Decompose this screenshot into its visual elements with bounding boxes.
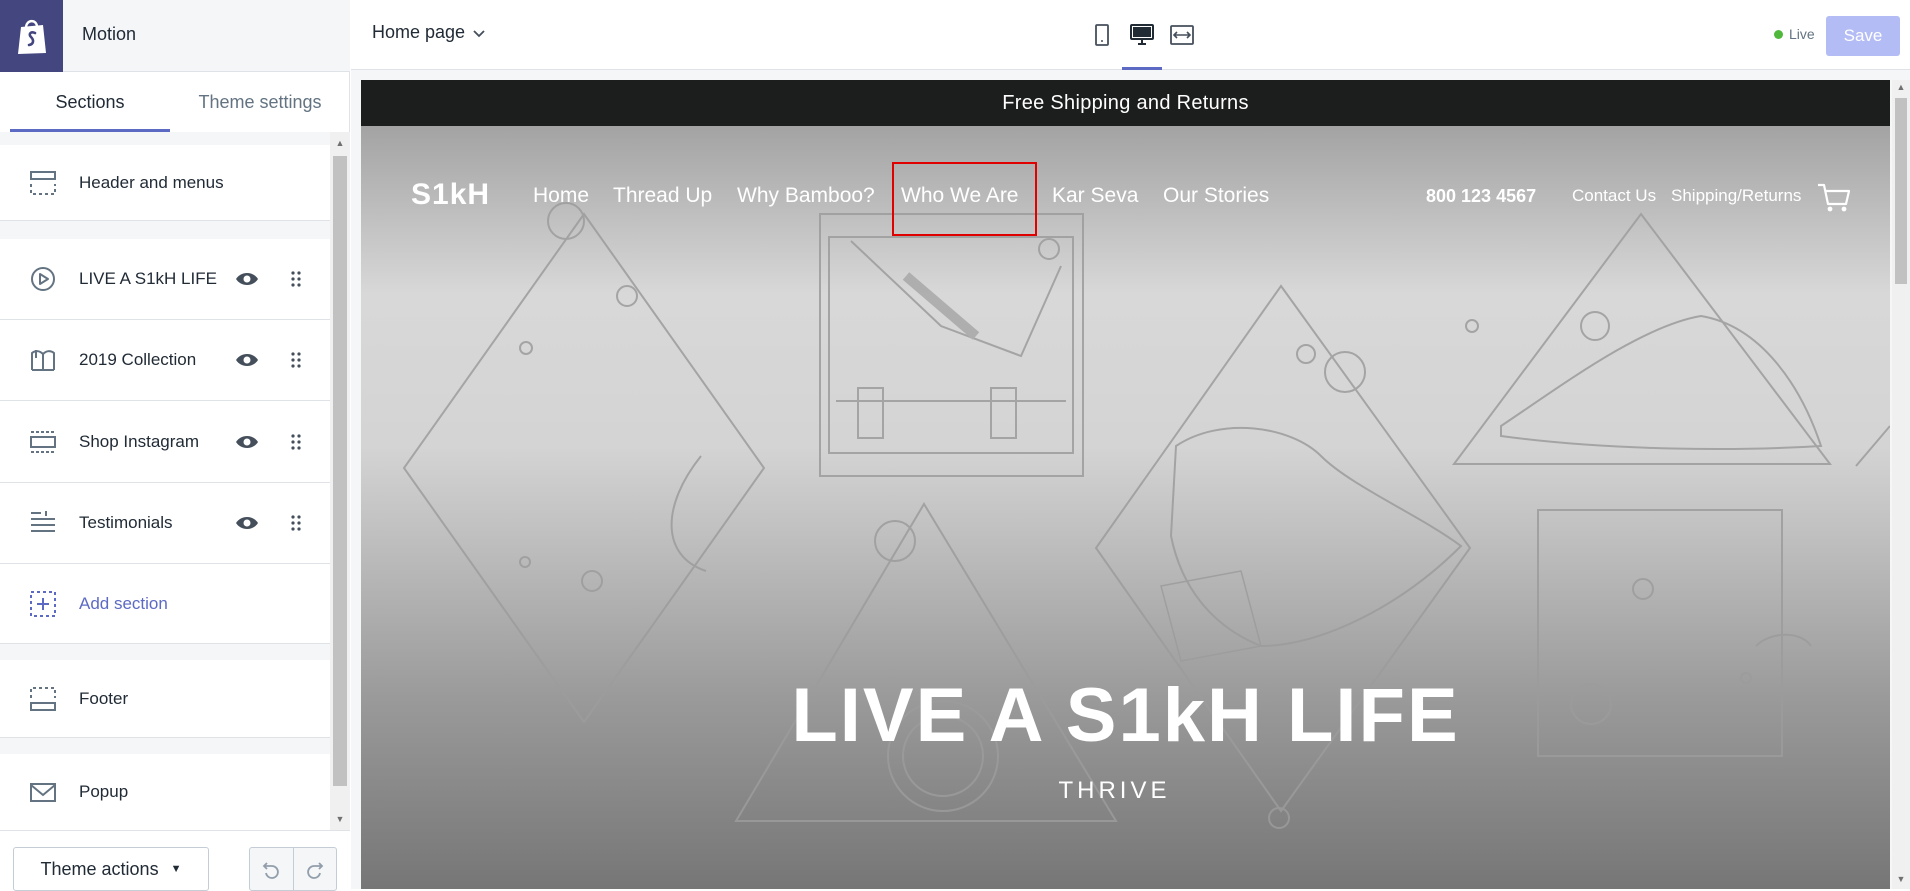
drag-handle-icon[interactable] (288, 350, 304, 370)
shopify-bag-icon (17, 19, 46, 54)
caret-down-icon: ▼ (170, 863, 182, 875)
site-header: S1kH Home Thread Up Why Bamboo? Who We A… (361, 126, 1890, 256)
editor-topbar: Home page Live Save (351, 0, 1910, 70)
scroll-up-icon[interactable]: ▲ (335, 138, 345, 148)
theme-actions-label: Theme actions (40, 858, 159, 879)
undo-icon[interactable] (250, 848, 293, 890)
page-selector[interactable]: Home page (372, 22, 485, 43)
book-icon (28, 345, 58, 375)
theme-actions-button[interactable]: Theme actions ▼ (13, 847, 209, 891)
add-section-icon (28, 589, 58, 619)
shipping-link[interactable]: Shipping/Returns (1671, 186, 1801, 206)
shopify-logo[interactable] (0, 0, 63, 72)
tab-theme-settings[interactable]: Theme settings (180, 72, 340, 132)
section-label: LIVE A S1kH LIFE (79, 269, 217, 288)
section-item-slideshow[interactable]: LIVE A S1kH LIFE (0, 239, 330, 320)
eye-icon[interactable] (234, 266, 260, 292)
preview-frame: Free Shipping and Returns S1kH Home Thre… (361, 80, 1890, 889)
drag-handle-icon[interactable] (288, 432, 304, 452)
mail-icon (28, 777, 58, 807)
redo-icon[interactable] (292, 848, 336, 890)
nav-link-home[interactable]: Home (533, 184, 589, 208)
contact-link[interactable]: Contact Us (1572, 186, 1656, 206)
hero-slideshow: S1kH Home Thread Up Why Bamboo? Who We A… (361, 126, 1890, 889)
phone-number[interactable]: 800 123 4567 (1426, 186, 1536, 207)
mobile-icon (1095, 24, 1109, 46)
section-label: Header and menus (79, 172, 224, 192)
announcement-bar[interactable]: Free Shipping and Returns (361, 80, 1890, 126)
eye-icon[interactable] (234, 510, 260, 536)
section-item-popup[interactable]: Popup (0, 754, 330, 830)
section-item-collection[interactable]: 2019 Collection (0, 320, 330, 401)
add-section-button[interactable]: Add section (0, 564, 330, 644)
device-toggle (1082, 18, 1202, 70)
drag-handle-icon[interactable] (288, 269, 304, 289)
history-controls (249, 847, 337, 891)
desktop-icon (1130, 24, 1154, 45)
highlight-box (892, 162, 1037, 236)
section-item-header[interactable]: Header and menus (0, 145, 330, 221)
footer-icon (28, 684, 58, 714)
section-list: Header and menus LIVE A S1kH LIFE 2019 C… (0, 132, 330, 830)
section-label: Shop Instagram (79, 431, 200, 451)
preview-scrollbar[interactable]: ▲ ▼ (1892, 80, 1910, 889)
mobile-view-button[interactable] (1082, 18, 1122, 70)
gallery-icon (28, 427, 58, 457)
editor-sidebar: Motion Sections Theme settings Header an… (0, 0, 350, 891)
section-label: 2019 Collection (79, 350, 197, 369)
scroll-down-icon[interactable]: ▼ (335, 814, 345, 824)
sidebar-header: Motion (0, 0, 350, 72)
nav-link-our-stories[interactable]: Our Stories (1163, 184, 1269, 208)
page-selector-label: Home page (372, 22, 466, 42)
desktop-view-button[interactable] (1122, 18, 1162, 70)
sidebar-scrollbar[interactable]: ▲ ▼ (330, 132, 350, 830)
hero-subtitle: THRIVE (1058, 777, 1171, 804)
scrollbar-thumb[interactable] (333, 156, 347, 786)
header-icon (28, 168, 58, 198)
text-lines-icon (28, 508, 58, 538)
add-section-label: Add section (79, 593, 168, 613)
cart-icon[interactable] (1817, 182, 1851, 219)
section-item-testimonials[interactable]: Testimonials (0, 483, 330, 564)
theme-name: Motion (82, 24, 137, 44)
live-label: Live (1789, 26, 1815, 42)
fullwidth-icon (1170, 25, 1194, 45)
scrollbar-thumb[interactable] (1895, 98, 1907, 284)
nav-link-thread-up[interactable]: Thread Up (613, 184, 712, 208)
nav-link-kar-seva[interactable]: Kar Seva (1052, 184, 1138, 208)
section-item-footer[interactable]: Footer (0, 660, 330, 738)
store-preview: Free Shipping and Returns S1kH Home Thre… (351, 70, 1910, 889)
fullwidth-view-button[interactable] (1162, 18, 1202, 70)
section-label: Testimonials (79, 513, 173, 532)
live-dot-icon (1774, 29, 1783, 39)
live-status: Live (1774, 26, 1815, 42)
eye-icon[interactable] (234, 347, 260, 373)
hero-title: LIVE A S1kH LIFE (791, 673, 1460, 758)
eye-icon[interactable] (234, 429, 260, 455)
section-item-instagram[interactable]: Shop Instagram (0, 401, 330, 483)
sidebar-tabs: Sections Theme settings (0, 72, 350, 132)
section-label: Footer (79, 688, 129, 708)
tab-sections[interactable]: Sections (10, 72, 170, 132)
scroll-down-icon[interactable]: ▼ (1896, 874, 1906, 884)
scroll-up-icon[interactable]: ▲ (1896, 82, 1906, 92)
nav-link-why-bamboo[interactable]: Why Bamboo? (737, 184, 875, 208)
section-label: Popup (79, 782, 129, 801)
play-circle-icon (28, 264, 58, 294)
chevron-down-icon (473, 22, 485, 43)
drag-handle-icon[interactable] (288, 513, 304, 533)
sidebar-footer: Theme actions ▼ (0, 830, 350, 891)
save-button[interactable]: Save (1826, 16, 1900, 56)
site-logo[interactable]: S1kH (411, 178, 490, 212)
